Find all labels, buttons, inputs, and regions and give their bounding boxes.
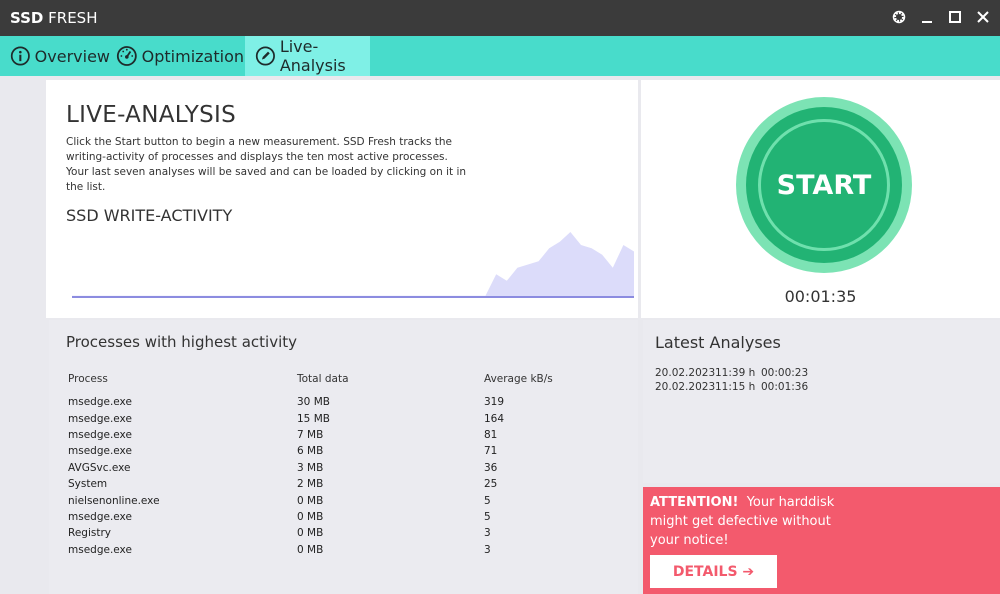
latest-list: 20.02.202311:39 h 00:00:23 20.02.202311:15…: [655, 366, 811, 394]
page-title: LIVE-ANALYSIS: [66, 102, 237, 128]
process-name: Registry: [68, 527, 111, 540]
live-analysis-panel: LIVE-ANALYSIS Click the Start button to …: [46, 80, 638, 318]
total-data: 30 MB: [297, 396, 330, 409]
average-kbs: 71: [484, 445, 498, 458]
tab-live-analysis[interactable]: Live-Analysis: [245, 36, 370, 76]
table-row: msedge.exe 0 MB 5: [68, 509, 504, 525]
process-name: msedge.exe: [68, 428, 132, 441]
tab-live-analysis-label: Live-Analysis: [279, 37, 346, 75]
table-row: msedge.exe 30 MB 319: [68, 394, 504, 410]
total-data: 7 MB: [297, 428, 324, 441]
info-icon: [10, 46, 30, 66]
header-process: Process: [68, 373, 108, 385]
average-kbs: 319: [484, 396, 505, 409]
process-name: AVGSvc.exe: [68, 461, 131, 474]
average-kbs: 5: [484, 494, 491, 507]
header-average: Average kB/s: [484, 373, 553, 385]
attention-panel: ATTENTION! Your harddisk might get defec…: [643, 487, 1000, 594]
average-kbs: 81: [484, 428, 498, 441]
total-data: 0 MB: [297, 494, 324, 507]
list-item[interactable]: 20.02.202311:15 h 00:01:36: [655, 380, 811, 394]
list-item[interactable]: 20.02.202311:39 h 00:00:23: [655, 366, 811, 380]
pencil-icon: [255, 46, 275, 66]
analysis-duration: 00:00:23: [761, 367, 809, 379]
analysis-time: 11:15 h: [715, 381, 756, 393]
processes-title: Processes with highest activity: [66, 333, 297, 351]
analysis-time: 11:39 h: [715, 367, 756, 379]
process-name: System: [68, 478, 108, 491]
attention-text: ATTENTION! Your harddisk might get defec…: [650, 493, 850, 550]
average-kbs: 36: [484, 461, 498, 474]
table-row: Registry 0 MB 3: [68, 525, 504, 541]
gear-icon[interactable]: [888, 6, 910, 28]
average-kbs: 3: [484, 543, 491, 556]
maximize-icon[interactable]: [944, 6, 966, 28]
latest-analyses-panel: Latest Analyses 20.02.202311:39 h 00:00:2…: [643, 320, 1000, 483]
speedometer-icon: [116, 46, 137, 66]
table-row: msedge.exe 0 MB 3: [68, 542, 504, 558]
processes-panel: Processes with highest activity Process …: [49, 320, 638, 594]
process-name: nielsenonline.exe: [68, 494, 160, 507]
average-kbs: 164: [484, 412, 505, 425]
total-data: 3 MB: [297, 461, 324, 474]
average-kbs: 3: [484, 527, 491, 540]
total-data: 0 MB: [297, 543, 324, 556]
write-activity-chart: [72, 232, 634, 298]
total-data: 2 MB: [297, 478, 324, 491]
tab-overview[interactable]: Overview: [0, 36, 110, 76]
process-name: msedge.exe: [68, 510, 132, 523]
table-row: AVGSvc.exe 3 MB 36: [68, 460, 504, 476]
table-row: System 2 MB 25: [68, 476, 504, 492]
process-name: msedge.exe: [68, 412, 132, 425]
start-panel: START 00:01:35: [641, 80, 1000, 318]
process-name: msedge.exe: [68, 445, 132, 458]
details-button[interactable]: DETAILS ➔: [650, 555, 777, 588]
average-kbs: 5: [484, 510, 491, 523]
app-title: SSD FRESH: [10, 9, 98, 27]
tab-optimization-label: Optimization: [141, 46, 244, 66]
total-data: 0 MB: [297, 510, 324, 523]
write-activity-area: [72, 232, 634, 297]
latest-title: Latest Analyses: [655, 333, 781, 352]
window-controls: [888, 6, 994, 28]
attention-label: ATTENTION!: [650, 495, 739, 510]
chart-heading: SSD WRITE-ACTIVITY: [66, 206, 233, 225]
analysis-duration: 00:01:36: [761, 381, 809, 393]
tab-optimization[interactable]: Optimization: [106, 36, 244, 76]
timer: 00:01:35: [784, 287, 857, 306]
processes-table: msedge.exe 30 MB 319 msedge.exe 15 MB 164 msed…: [68, 394, 504, 558]
start-button[interactable]: START: [736, 97, 912, 273]
analysis-date: 20.02.2023: [655, 381, 716, 393]
table-row: msedge.exe 15 MB 164: [68, 410, 504, 426]
table-row: msedge.exe 7 MB 81: [68, 427, 504, 443]
header-total-data: Total data: [297, 373, 349, 385]
start-button-label: START: [758, 119, 890, 251]
total-data: 6 MB: [297, 445, 324, 458]
page-description: Click the Start button to begin a new me…: [66, 136, 467, 193]
total-data: 0 MB: [297, 527, 324, 540]
total-data: 15 MB: [297, 412, 330, 425]
tab-bar: Overview Optimization Live-Analysis: [0, 36, 1000, 76]
title-bar: SSD FRESH: [0, 0, 1000, 36]
process-name: msedge.exe: [68, 543, 132, 556]
average-kbs: 25: [484, 478, 498, 491]
close-icon[interactable]: [972, 6, 994, 28]
tab-overview-label: Overview: [34, 46, 110, 66]
table-row: msedge.exe 6 MB 71: [68, 443, 504, 459]
process-name: msedge.exe: [68, 396, 132, 409]
table-row: nielsenonline.exe 0 MB 5: [68, 492, 504, 508]
analysis-date: 20.02.2023: [655, 367, 716, 379]
left-margin: [0, 76, 44, 594]
minimize-icon[interactable]: [916, 6, 938, 28]
